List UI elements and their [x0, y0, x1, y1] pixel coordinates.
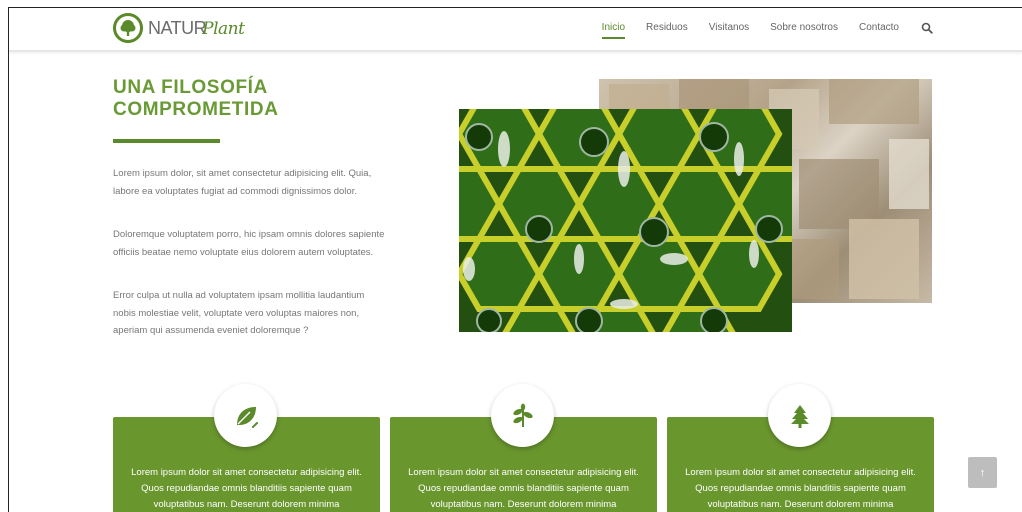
logo-text-bold: NATUR [148, 17, 207, 38]
nav-item-contacto[interactable]: Contacto [859, 22, 899, 33]
sprout-icon [491, 384, 554, 447]
site-header: NATURPlant Inicio Residuos Visitanos Sob… [9, 8, 1022, 52]
site-logo[interactable]: NATURPlant [113, 13, 245, 43]
scroll-to-top-button[interactable]: ↑ [968, 457, 997, 488]
intro-paragraph-3: Error culpa ut nulla ad voluptatem ipsam… [113, 290, 365, 336]
page-title-line1: UNA FILOSOFÍA [113, 77, 268, 98]
logo-text: NATURPlant [148, 17, 245, 39]
title-divider [113, 139, 220, 143]
logo-text-script: Plant [202, 18, 245, 39]
arrow-up-icon: ↑ [979, 466, 986, 479]
intro-paragraph-2: Doloremque voluptatem porro, hic ipsam o… [113, 229, 385, 258]
intro-paragraph-1: Lorem ipsum dolor, sit amet consectetur … [113, 168, 372, 197]
tree-logo-icon [113, 13, 143, 43]
page-title-line2: COMPROMETIDA [113, 99, 279, 120]
nav-item-residuos[interactable]: Residuos [646, 22, 688, 33]
nav-item-sobre-nosotros[interactable]: Sobre nosotros [770, 22, 838, 33]
nav-item-visitanos[interactable]: Visitanos [709, 22, 749, 33]
main-nav: Inicio Residuos Visitanos Sobre nosotros… [581, 21, 933, 39]
tree-icon [768, 384, 831, 447]
feature-card-2-text: Lorem ipsum dolor sit amet consectetur a… [408, 467, 639, 510]
browser-frame: NATURPlant Inicio Residuos Visitanos Sob… [8, 7, 1022, 512]
search-icon[interactable] [921, 21, 933, 34]
page-title: UNA FILOSOFÍA COMPROMETIDA [113, 77, 279, 121]
glass-bottles-photo [459, 109, 792, 332]
feature-card-1-text: Lorem ipsum dolor sit amet consectetur a… [131, 467, 362, 510]
feature-card-3-text: Lorem ipsum dolor sit amet consectetur a… [685, 467, 916, 510]
nav-item-inicio[interactable]: Inicio [601, 22, 626, 39]
leaf-icon [214, 384, 277, 447]
